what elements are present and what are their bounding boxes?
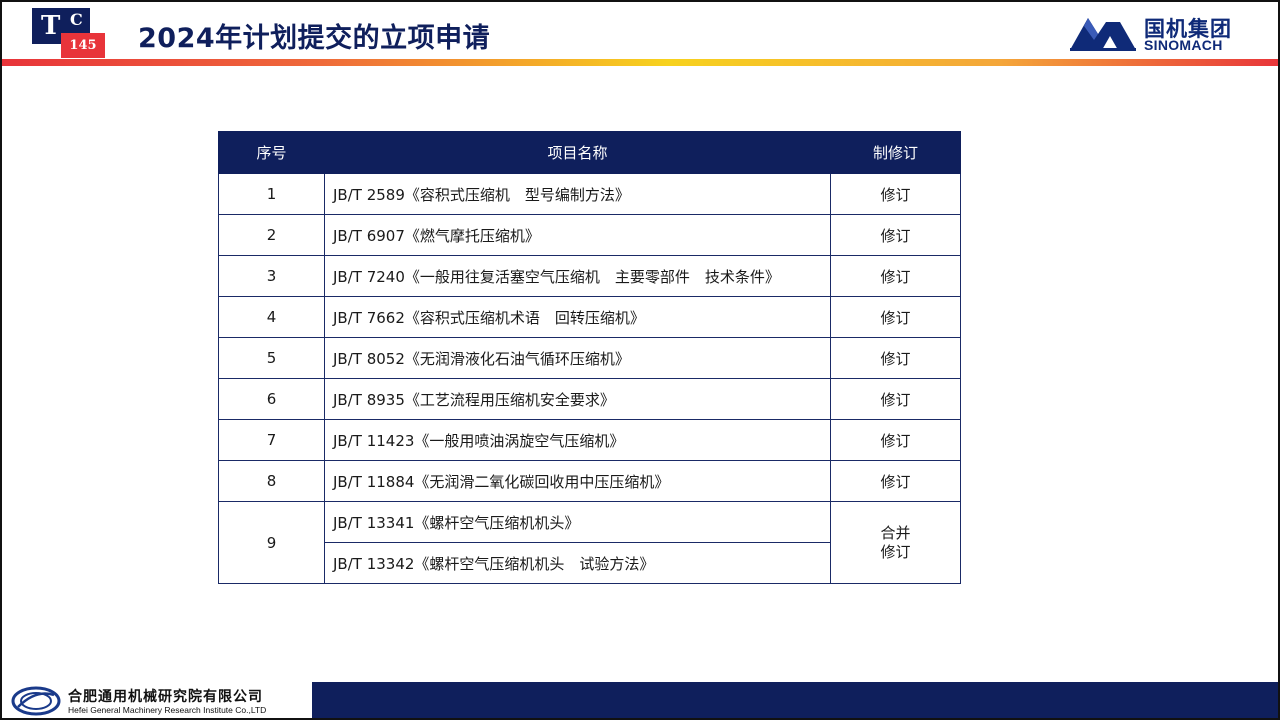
footer-org-logo: 合肥通用机械研究院有限公司 Hefei General Machinery Re… <box>2 682 312 718</box>
row-revision-type: 合并 修订 <box>830 501 961 584</box>
revision-type-line2: 修订 <box>880 542 911 561</box>
row-revision-type: 修订 <box>830 255 961 297</box>
table-row: 2 JB/T 6907《燃气摩托压缩机》 修订 <box>218 214 961 256</box>
page-title: 2024年计划提交的立项申请 <box>138 23 491 54</box>
row-index: 5 <box>218 337 325 379</box>
tc-logo-number: 145 <box>61 33 105 58</box>
row-revision-type: 修订 <box>830 296 961 338</box>
row-project-name: JB/T 11884《无润滑二氧化碳回收用中压压缩机》 <box>324 460 831 502</box>
row-revision-type: 修订 <box>830 173 961 215</box>
row-project-name: JB/T 13341《螺杆空气压缩机机头》 <box>324 501 831 543</box>
row-revision-type: 修订 <box>830 337 961 379</box>
row-index: 7 <box>218 419 325 461</box>
table-row: 3 JB/T 7240《一般用往复活塞空气压缩机 主要零部件 技术条件》 修订 <box>218 255 961 297</box>
row-project-name: JB/T 2589《容积式压缩机 型号编制方法》 <box>324 173 831 215</box>
table-row: 1 JB/T 2589《容积式压缩机 型号编制方法》 修订 <box>218 173 961 215</box>
row-project-name: JB/T 8052《无润滑液化石油气循环压缩机》 <box>324 337 831 379</box>
row-project-name: JB/T 6907《燃气摩托压缩机》 <box>324 214 831 256</box>
sinomach-emblem-icon <box>1070 18 1136 51</box>
row-project-name: JB/T 11423《一般用喷油涡旋空气压缩机》 <box>324 419 831 461</box>
table-row: 5 JB/T 8052《无润滑液化石油气循环压缩机》 修订 <box>218 337 961 379</box>
row-index: 3 <box>218 255 325 297</box>
row-revision-type: 修订 <box>830 378 961 420</box>
table-row: 4 JB/T 7662《容积式压缩机术语 回转压缩机》 修订 <box>218 296 961 338</box>
row-index: 1 <box>218 173 325 215</box>
footer-org-name-cn: 合肥通用机械研究院有限公司 <box>68 689 263 705</box>
revision-type-line1: 合并 <box>880 523 911 542</box>
header-index: 序号 <box>218 131 325 174</box>
row-project-name: JB/T 7662《容积式压缩机术语 回转压缩机》 <box>324 296 831 338</box>
row-index: 9 <box>218 501 325 584</box>
footer-org-name-en: Hefei General Machinery Research Institu… <box>68 705 267 715</box>
sinomach-logo: 国机集团 SINOMACH <box>1068 14 1253 54</box>
row-revision-type: 修订 <box>830 214 961 256</box>
table-row: 8 JB/T 11884《无润滑二氧化碳回收用中压压缩机》 修订 <box>218 460 961 502</box>
row-index: 4 <box>218 296 325 338</box>
header-revision-type: 制修订 <box>830 131 961 174</box>
header-project-name: 项目名称 <box>324 131 831 174</box>
table-row: 6 JB/T 8935《工艺流程用压缩机安全要求》 修订 <box>218 378 961 420</box>
row-revision-type: 修订 <box>830 419 961 461</box>
row-revision-type: 修订 <box>830 460 961 502</box>
row-index: 2 <box>218 214 325 256</box>
table-row: 7 JB/T 11423《一般用喷油涡旋空气压缩机》 修订 <box>218 419 961 461</box>
row-index: 6 <box>218 378 325 420</box>
table-header-row: 序号 项目名称 制修订 <box>218 131 961 174</box>
row-project-name: JB/T 8935《工艺流程用压缩机安全要求》 <box>324 378 831 420</box>
institute-emblem-icon <box>11 686 61 716</box>
table-row-merged: 9 JB/T 13341《螺杆空气压缩机机头》 合并 修订 <box>218 501 961 584</box>
row-project-name: JB/T 13342《螺杆空气压缩机机头 试验方法》 <box>324 542 831 584</box>
row-index: 8 <box>218 460 325 502</box>
slide: T C 145 2024年计划提交的立项申请 国机集团 SINOMACH 序号 … <box>0 0 1280 720</box>
row-project-name: JB/T 7240《一般用往复活塞空气压缩机 主要零部件 技术条件》 <box>324 255 831 297</box>
tc145-logo: T C 145 <box>32 8 106 58</box>
footer-bar: 合肥通用机械研究院有限公司 Hefei General Machinery Re… <box>2 682 1278 718</box>
header-gradient-divider <box>2 59 1278 66</box>
project-table: 序号 项目名称 制修订 1 JB/T 2589《容积式压缩机 型号编制方法》 修… <box>218 131 961 584</box>
brand-name-en: SINOMACH <box>1144 37 1223 53</box>
tc-logo-c: C <box>70 10 83 29</box>
